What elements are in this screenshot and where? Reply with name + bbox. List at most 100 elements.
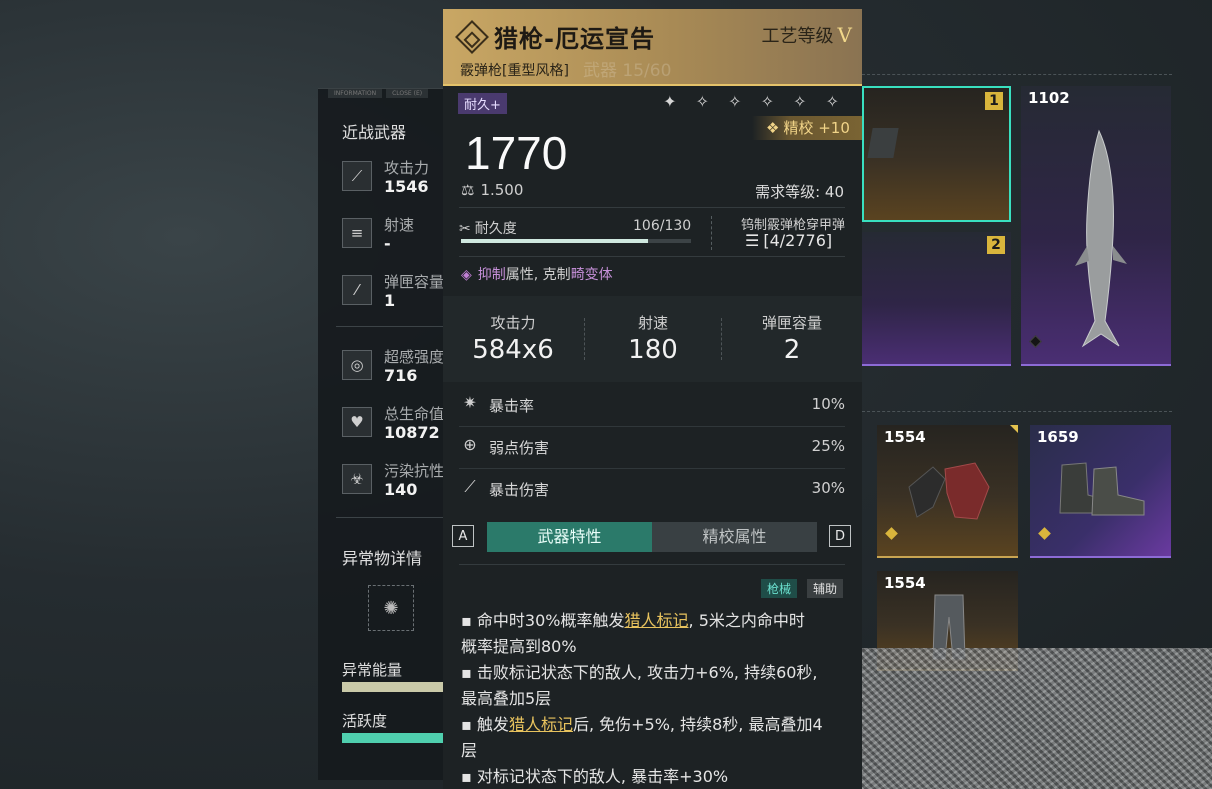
- noise-overlay: [843, 648, 1212, 789]
- gloves-item-image: [908, 462, 990, 520]
- fish-item-image: [1075, 129, 1127, 348]
- activity-bar-fill: [342, 733, 455, 743]
- weight-icon: ⚖: [461, 181, 475, 199]
- star-rating: ✦ ✧ ✧ ✧ ✧ ✧: [663, 92, 846, 111]
- melee-weapon-heading: 近战武器: [342, 123, 407, 142]
- item-subtitle: 霰弹枪[重型风格]: [460, 63, 569, 79]
- anomaly-heading: 异常物详情: [342, 549, 423, 568]
- inventory-card-weapon-2[interactable]: 2: [862, 232, 1011, 366]
- crit-label: 暴击伤害: [489, 481, 550, 499]
- inventory-card-weapon-1[interactable]: 1: [862, 86, 1011, 222]
- hunter-mark-link[interactable]: 猎人标记: [509, 715, 573, 734]
- refine-icon: ❖: [766, 119, 780, 137]
- durability-label-text: 耐久度: [474, 221, 517, 237]
- stat-label: 射速: [384, 216, 415, 234]
- stats-panel: INFORMATION CLOSE (E) 近战武器 ⟋ 攻击力 1546 ≡ 射…: [318, 88, 460, 780]
- crit-value: 30%: [811, 479, 845, 497]
- divider: [459, 564, 845, 565]
- gun-tag: 枪械: [761, 579, 798, 598]
- durability-label: ✂ 耐久度: [459, 218, 517, 238]
- weapon-thumbnail: [867, 128, 899, 158]
- stat-label: 超感强度: [384, 348, 445, 366]
- desc-line: 概率提高到80%: [461, 637, 577, 656]
- weapon-class-icon: [455, 20, 489, 54]
- craft-level-label: 工艺等级: [761, 26, 834, 47]
- main-stats-block: 攻击力 584x6 射速 180 弹匣容量 2: [443, 296, 862, 382]
- wrench-icon: ✂: [459, 221, 471, 237]
- aux-tag: 辅助: [807, 579, 844, 598]
- key-hint-d[interactable]: D: [829, 525, 851, 547]
- swirl-icon: ◎: [342, 350, 372, 380]
- stat-label: 污染抗性: [384, 462, 445, 480]
- item-weight: ⚖ 1.500: [461, 181, 523, 199]
- heart-icon: ♥: [342, 407, 372, 437]
- main-stat-magazine: 弹匣容量 2: [722, 312, 862, 365]
- hunter-mark-link[interactable]: 猎人标记: [625, 611, 689, 630]
- burst-icon: ✷: [463, 393, 477, 412]
- claw-icon: ⟋: [342, 161, 372, 191]
- trait-description: ▪ 命中时30%概率触发猎人标记, 5米之内命中时 概率提高到80% ▪ 击败标…: [461, 608, 849, 789]
- refine-value: 精校 +10: [783, 119, 850, 137]
- speed-arrows-icon: ≡: [342, 218, 372, 248]
- anomaly-slot-icon[interactable]: ✺: [368, 585, 414, 631]
- main-stat-label: 弹匣容量: [761, 314, 822, 332]
- craft-level: 工艺等级 V: [762, 22, 852, 48]
- stat-value: 1546: [384, 177, 429, 196]
- crit-rate-row: ✷ 暴击率 10%: [459, 385, 845, 427]
- stat-label: 弹匣容量: [384, 273, 445, 291]
- durability-tag: 耐久+: [458, 93, 507, 114]
- crit-label: 暴击率: [489, 397, 535, 415]
- card-power: 1554: [884, 428, 926, 446]
- tab-refine-attributes[interactable]: 精校属性: [652, 522, 817, 552]
- weight-value: 1.500: [480, 181, 524, 199]
- crit-value: 25%: [811, 437, 845, 455]
- section-divider: [862, 74, 1172, 75]
- stat-value: 140: [384, 480, 418, 499]
- ammo-count: ☰ [4/2776]: [745, 231, 832, 250]
- ammo-icon: ☰: [745, 231, 760, 250]
- rarity-diamond-icon: [1029, 335, 1042, 348]
- trait-suppress: 抑制: [477, 267, 506, 283]
- bullet-icon: ⁄: [342, 275, 372, 305]
- desc-line: ▪ 击败标记状态下的敌人, 攻击力+6%, 持续60秒,: [461, 663, 818, 682]
- main-stat-label: 射速: [637, 314, 668, 332]
- tab-weapon-traits[interactable]: 武器特性: [487, 522, 652, 552]
- crit-damage-row: ⟋ 暴击伤害 30%: [459, 469, 845, 511]
- desc-line: ▪ 对标记状态下的敌人, 暴击率+30%: [461, 767, 729, 786]
- trait-diamond-icon: ◈: [461, 267, 472, 283]
- claw-icon: ⟋: [464, 477, 476, 496]
- detail-header: 猎枪-厄运宣告 工艺等级 V 霰弹枪[重型风格] 武器 15/60: [443, 9, 862, 86]
- biohazard-icon: ☣: [342, 464, 372, 494]
- stat-value: 10872: [384, 423, 440, 442]
- inventory-card-fish[interactable]: 1102: [1021, 86, 1171, 366]
- divider: [336, 326, 460, 327]
- crit-value: 10%: [811, 395, 845, 413]
- required-level: 需求等级: 40: [755, 183, 844, 201]
- craft-level-value: V: [837, 23, 852, 47]
- divider: [459, 256, 845, 257]
- rarity-diamond-icon: [1038, 527, 1051, 540]
- durability-value: 106/130: [633, 218, 692, 234]
- desc-text: ▪ 触发: [461, 715, 509, 734]
- inventory-card-gloves[interactable]: 1554: [877, 425, 1018, 558]
- desc-text: , 5米之内命中时: [688, 611, 805, 630]
- stat-label: 攻击力: [384, 159, 430, 177]
- tab-information[interactable]: INFORMATION: [328, 89, 383, 98]
- rarity-diamond-icon: [885, 527, 898, 540]
- main-stat-fire-rate: 射速 180: [583, 312, 723, 365]
- tab-close[interactable]: CLOSE (E): [386, 89, 429, 98]
- slot-badge: 2: [987, 236, 1005, 254]
- target-icon: ⊕: [463, 435, 477, 454]
- durability-bar-fill: [461, 239, 649, 243]
- inventory-card-boots[interactable]: 1659: [1030, 425, 1171, 558]
- stat-value: 716: [384, 366, 418, 385]
- new-corner-marker: [1010, 425, 1018, 433]
- vertical-separator: [711, 216, 712, 250]
- trait-target: 畸变体: [570, 267, 613, 283]
- key-hint-a[interactable]: A: [452, 525, 474, 547]
- trait-line: ◈ 抑制属性, 克制畸变体: [461, 264, 613, 284]
- divider: [459, 207, 845, 208]
- main-stat-value: 584x6: [472, 335, 554, 365]
- energy-label: 异常能量: [342, 661, 403, 679]
- main-stat-value: 2: [783, 335, 801, 365]
